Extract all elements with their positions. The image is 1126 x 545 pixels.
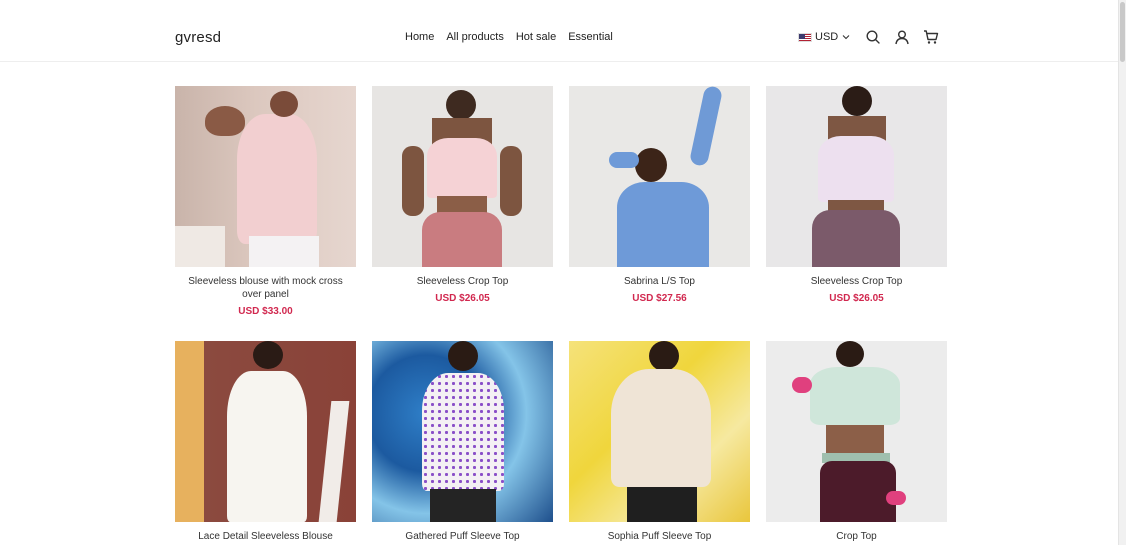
- search-icon[interactable]: [865, 29, 881, 45]
- store-logo[interactable]: gvresd: [175, 29, 221, 46]
- product-title[interactable]: Gathered Puff Sleeve Top: [372, 530, 553, 543]
- product-image[interactable]: [175, 86, 356, 267]
- currency-label: USD: [815, 31, 839, 43]
- product-image[interactable]: [766, 341, 947, 522]
- product-price: USD $26.05: [435, 293, 490, 304]
- page-scrollbar[interactable]: [1118, 0, 1126, 545]
- product-price: USD $33.00: [238, 306, 293, 317]
- product-card[interactable]: Sabrina L/S Top USD $27.56: [569, 86, 750, 341]
- nav-all-products[interactable]: All products: [446, 31, 503, 43]
- product-card[interactable]: Sleeveless Crop Top USD $26.05: [766, 86, 947, 341]
- main-nav: Home All products Hot sale Essential: [405, 31, 613, 43]
- product-image[interactable]: [569, 86, 750, 267]
- storefront-page: gvresd Home All products Hot sale Essent…: [0, 0, 1118, 545]
- product-card[interactable]: Sleeveless blouse with mock cross over p…: [175, 86, 356, 341]
- product-image[interactable]: [175, 341, 356, 522]
- product-title[interactable]: Sophia Puff Sleeve Top: [569, 530, 750, 543]
- product-price: USD $26.05: [829, 293, 884, 304]
- product-price: USD $27.56: [632, 293, 687, 304]
- account-icon[interactable]: [894, 29, 910, 45]
- site-header: gvresd Home All products Hot sale Essent…: [0, 0, 1118, 62]
- product-title[interactable]: Lace Detail Sleeveless Blouse: [175, 530, 356, 543]
- product-image[interactable]: [766, 86, 947, 267]
- product-title[interactable]: Sabrina L/S Top: [569, 275, 750, 288]
- product-card[interactable]: Crop Top: [766, 341, 947, 543]
- product-card[interactable]: Lace Detail Sleeveless Blouse: [175, 341, 356, 543]
- cart-icon[interactable]: [923, 29, 939, 45]
- us-flag-icon: [798, 32, 812, 42]
- nav-essential[interactable]: Essential: [568, 31, 613, 43]
- product-title[interactable]: Crop Top: [766, 530, 947, 543]
- product-image[interactable]: [372, 86, 553, 267]
- nav-home[interactable]: Home: [405, 31, 434, 43]
- product-title[interactable]: Sleeveless Crop Top: [766, 275, 947, 288]
- product-image[interactable]: [372, 341, 553, 522]
- product-title[interactable]: Sleeveless Crop Top: [372, 275, 553, 288]
- currency-selector[interactable]: USD: [798, 31, 851, 43]
- product-card[interactable]: Sleeveless Crop Top USD $26.05: [372, 86, 553, 341]
- chevron-down-icon: [842, 35, 850, 40]
- product-grid: Sleeveless blouse with mock cross over p…: [175, 86, 947, 543]
- product-card[interactable]: Gathered Puff Sleeve Top: [372, 341, 553, 543]
- scrollbar-thumb[interactable]: [1120, 2, 1125, 62]
- product-card[interactable]: Sophia Puff Sleeve Top: [569, 341, 750, 543]
- product-title[interactable]: Sleeveless blouse with mock cross over p…: [175, 275, 356, 301]
- product-image[interactable]: [569, 341, 750, 522]
- nav-hot-sale[interactable]: Hot sale: [516, 31, 556, 43]
